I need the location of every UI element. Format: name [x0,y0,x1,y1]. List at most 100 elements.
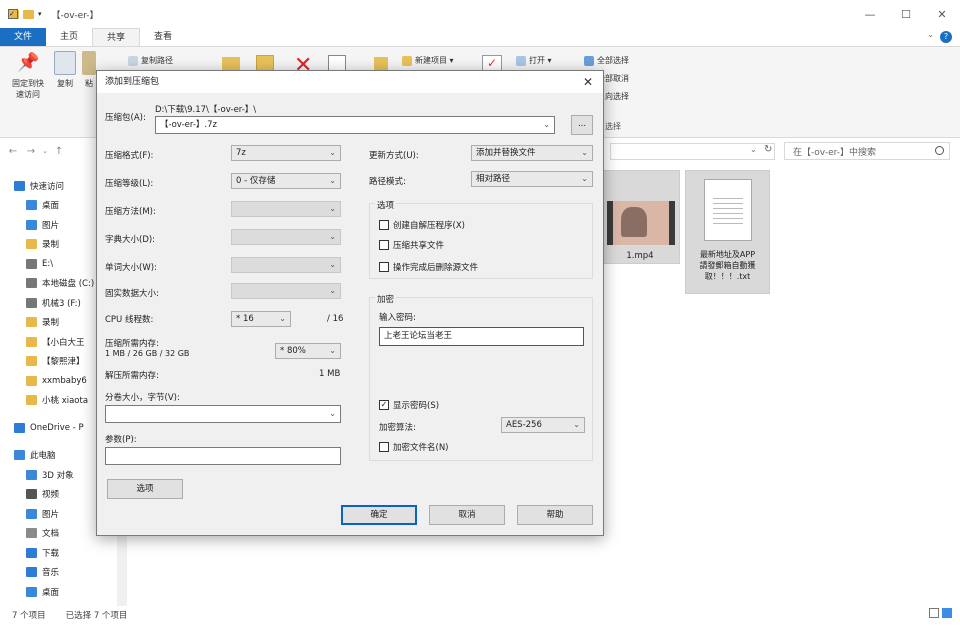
select-all-button[interactable]: 全部选择 [584,55,629,66]
chevron-down-icon: ⌄ [329,409,336,418]
paste-button[interactable]: 粘 [82,51,96,89]
tab-share[interactable]: 共享 [92,28,141,46]
compress-shared-label: 压缩共享文件 [393,241,445,251]
open-icon [516,55,526,66]
close-button[interactable]: ✕ [924,0,960,28]
show-password-checkbox[interactable]: ✓ 显示密码(S) [379,399,439,411]
copy-path-button[interactable]: 复制路径 [128,55,173,66]
encryption-method-select[interactable]: AES-256 ⌄ [501,417,585,433]
compress-shared-checkbox[interactable]: 压缩共享文件 [379,239,444,251]
archive-name-value: 【-ov-er-】.7z [160,120,217,130]
file-item-video[interactable]: 1.mp4 [600,170,680,264]
cube-icon [26,469,37,480]
archive-name-field[interactable]: 【-ov-er-】.7z ⌄ [155,116,555,134]
close-icon[interactable]: ✕ [579,73,597,91]
archive-path: D:\下载\9.17\【-ov-er-】\ [155,105,257,115]
search-input[interactable]: 在【-ov-er-】中搜索 [784,142,950,160]
sidebar-item-label: 下载 [42,548,60,559]
format-select[interactable]: 7z ⌄ [231,145,341,161]
pin-icon: 📌 [17,52,40,73]
memory-usage-select[interactable]: * 80% ⌄ [275,343,341,359]
back-arrow-icon[interactable]: ← [4,146,22,157]
sidebar-item-label: 本地磁盘 (C:) [42,279,95,290]
sidebar-item[interactable]: 下载 [0,543,128,563]
word-size-select[interactable]: ⌄ [231,257,341,273]
forward-arrow-icon[interactable]: → [22,146,40,157]
copy-button[interactable]: 复制 [52,51,78,89]
sidebar-item-label: 录制 [42,240,60,251]
chevron-down-icon[interactable]: ▾ [38,10,42,18]
text-file-icon [704,179,752,241]
encryption-method-label: 加密算法: [379,423,416,433]
parameters-field[interactable] [105,447,341,465]
path-mode-select[interactable]: 相对路径 ⌄ [471,171,593,187]
encrypt-names-checkbox[interactable]: 加密文件名(N) [379,441,449,453]
cloud-icon [14,422,25,433]
folder-icon [26,336,37,347]
pin-label: 固定到快 速访问 [12,79,44,99]
pictures-icon [26,219,37,230]
help-button[interactable]: 帮助 [517,505,593,525]
update-mode-select[interactable]: 添加并替换文件 ⌄ [471,145,593,161]
solid-block-select[interactable]: ⌄ [231,283,341,299]
memory-decompress-label: 解压所需内存: [105,371,159,381]
tab-view[interactable]: 查看 [140,28,186,46]
chevron-down-icon: ⌄ [329,148,336,157]
sidebar-item-label: 【小白大王 [42,337,85,348]
large-icons-view-icon[interactable] [942,608,952,618]
up-arrow-icon[interactable]: ↑ [50,146,68,157]
new-folder-icon[interactable] [23,9,34,19]
properties-icon[interactable]: ✓ [8,9,18,19]
documents-icon [26,528,37,539]
title-bar: ✓ ▾ 【-ov-er-】 — ☐ ✕ [0,0,960,28]
dictionary-select[interactable]: ⌄ [231,229,341,245]
selected-count: 已选择 7 个项目 [65,611,128,621]
sidebar-item[interactable]: 桌面 [0,582,128,602]
ok-button[interactable]: 确定 [341,505,417,525]
checkbox-icon [379,220,389,230]
search-icon [935,146,944,155]
tab-file[interactable]: 文件 [0,28,47,46]
tab-home[interactable]: 主页 [46,28,92,46]
cpu-threads-select[interactable]: * 16 ⌄ [231,311,291,327]
encryption-group-label: 加密 [375,293,397,305]
format-label: 压缩格式(F): [105,151,154,161]
refresh-icon[interactable]: ↻ [764,144,772,155]
dialog-title: 添加到压缩包 [97,71,603,93]
star-icon [14,180,25,191]
select-group-label: 选择 [605,122,621,131]
drive-icon [26,278,37,289]
options-group-label: 选项 [375,199,397,211]
options-button[interactable]: 选项 [107,479,183,499]
sidebar-item-label: 桌面 [42,587,60,598]
chevron-down-icon: ⌄ [329,260,336,269]
help-icon[interactable]: ? [940,31,952,43]
open-button[interactable]: 打开 ▾ [516,55,552,66]
create-sfx-checkbox[interactable]: 创建自解压程序(X) [379,219,465,231]
chevron-down-icon[interactable]: ⌄ [927,30,934,39]
chevron-down-icon[interactable]: ⌄ [40,147,50,155]
details-view-icon[interactable] [929,608,939,618]
dictionary-label: 字典大小(D): [105,235,156,245]
create-sfx-label: 创建自解压程序(X) [393,221,465,231]
cancel-button[interactable]: 取消 [429,505,505,525]
split-volume-field[interactable]: ⌄ [105,405,341,423]
file-name: 最新地址及APP 請發郵箱自動獲 取！！！.txt [699,250,756,281]
file-item-text[interactable]: 最新地址及APP 請發郵箱自動獲 取！！！.txt [685,170,770,294]
pin-quick-access-button[interactable]: 📌 固定到快 速访问 [8,51,48,100]
minimize-button[interactable]: — [852,0,888,28]
checkbox-icon [379,262,389,272]
browse-button[interactable]: ... [571,115,593,135]
password-input[interactable]: 上老王论坛当老王 [379,327,584,346]
new-item-button[interactable]: 新建项目 ▾ [402,55,454,66]
delete-after-checkbox[interactable]: 操作完成后删除源文件 [379,261,478,273]
sidebar-item[interactable]: 音乐 [0,563,128,583]
pc-icon [14,450,25,461]
level-select[interactable]: 0 - 仅存储 ⌄ [231,173,341,189]
chevron-down-icon[interactable]: ⌄ [750,145,757,154]
sidebar-item-label: xxmbaby6 [42,375,87,386]
copy-path-label: 复制路径 [141,56,173,65]
solid-block-label: 固实数据大小: [105,289,159,299]
maximize-button[interactable]: ☐ [888,0,924,28]
method-select[interactable]: ⌄ [231,201,341,217]
